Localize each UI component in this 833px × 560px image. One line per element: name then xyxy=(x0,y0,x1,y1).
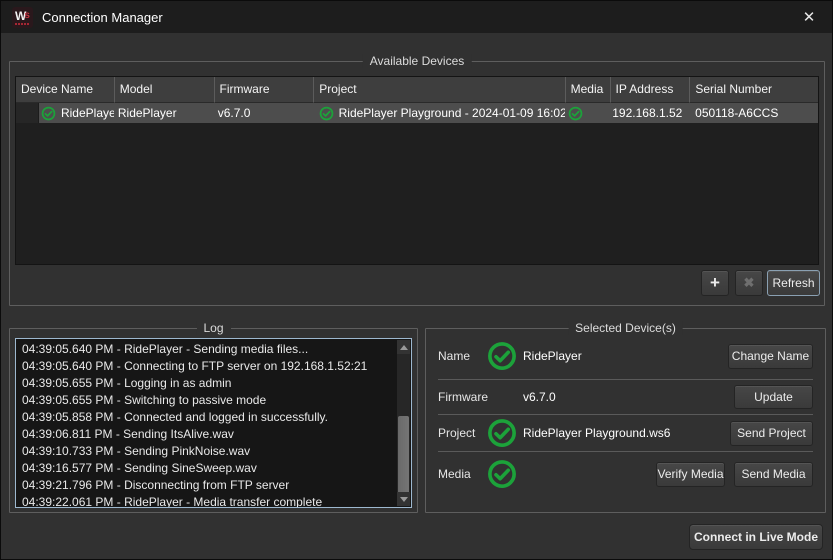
media-ok-icon xyxy=(568,106,583,121)
app-logo-icon: W s xyxy=(12,7,33,28)
devices-table-header: Device Name Model Firmware Project Media… xyxy=(16,77,818,103)
close-icon[interactable]: ✕ xyxy=(794,5,824,29)
selected-project-row: Project RidePlayer Playground.ws6 Send P… xyxy=(426,415,825,451)
window-title: Connection Manager xyxy=(42,10,163,25)
selected-firmware-value: v6.7.0 xyxy=(523,390,556,404)
selected-name-value: RidePlayer xyxy=(523,349,582,363)
column-header-device-name: Device Name xyxy=(16,77,115,103)
log-entry: 04:39:05.655 PM - Logging in as admin xyxy=(22,375,411,392)
name-label: Name xyxy=(438,349,487,363)
devices-table[interactable]: Device Name Model Firmware Project Media… xyxy=(15,76,819,265)
log-entry: 04:39:05.640 PM - RidePlayer - Sending m… xyxy=(22,341,411,358)
scrollbar-thumb[interactable] xyxy=(398,416,409,496)
project-ok-icon xyxy=(487,418,517,448)
device-firmware-cell: v6.7.0 xyxy=(214,103,314,123)
log-entry: 04:39:06.811 PM - Sending ItsAlive.wav xyxy=(22,426,411,443)
row-header-cell[interactable] xyxy=(16,103,39,123)
send-project-button[interactable]: Send Project xyxy=(730,421,813,446)
media-label: Media xyxy=(438,467,487,481)
device-ip-cell: 192.168.1.52 xyxy=(610,103,690,123)
column-header-serial-number: Serial Number xyxy=(690,77,818,103)
selected-devices-group: Selected Device(s) Name RidePlayer Chang… xyxy=(425,328,826,513)
log-entry: 04:39:05.640 PM - Connecting to FTP serv… xyxy=(22,358,411,375)
change-name-button[interactable]: Change Name xyxy=(728,344,813,369)
scroll-up-icon[interactable] xyxy=(397,340,410,354)
scroll-down-icon[interactable] xyxy=(397,492,410,506)
log-entry: 04:39:10.733 PM - Sending PinkNoise.wav xyxy=(22,443,411,460)
column-header-project: Project xyxy=(314,77,565,103)
add-device-button[interactable]: + xyxy=(701,270,729,296)
device-model-cell: RidePlayer xyxy=(114,103,214,123)
selected-firmware-row: Firmware v6.7.0 Update xyxy=(426,380,825,414)
update-firmware-button[interactable]: Update xyxy=(734,385,813,409)
project-ok-icon xyxy=(319,106,334,121)
name-ok-icon xyxy=(487,341,517,371)
titlebar: W s Connection Manager ✕ xyxy=(1,1,832,33)
column-header-model: Model xyxy=(115,77,215,103)
log-entry: 04:39:22.061 PM - RidePlayer - Media tra… xyxy=(22,494,411,508)
device-name-cell: RidePlayer xyxy=(61,103,114,123)
log-group: Log 04:39:05.640 PM - RidePlayer - Sendi… xyxy=(9,328,418,513)
log-entry: 04:39:05.858 PM - Connected and logged i… xyxy=(22,409,411,426)
column-header-firmware: Firmware xyxy=(215,77,315,103)
device-project-cell: RidePlayer Playground - 2024-01-09 16:02… xyxy=(339,103,566,123)
media-ok-icon xyxy=(487,459,517,489)
remove-device-button[interactable]: ✖ xyxy=(735,270,763,296)
column-header-ip-address: IP Address xyxy=(611,77,691,103)
send-media-button[interactable]: Send Media xyxy=(734,462,813,487)
device-row[interactable]: RidePlayer RidePlayer v6.7.0 RidePlayer … xyxy=(16,103,818,123)
project-label: Project xyxy=(438,426,487,440)
verify-media-button[interactable]: Verify Media xyxy=(656,462,725,487)
logo-underline xyxy=(15,23,30,25)
selected-project-value: RidePlayer Playground.ws6 xyxy=(523,426,670,440)
connection-manager-dialog: W s Connection Manager ✕ Available Devic… xyxy=(0,0,833,560)
device-connected-icon xyxy=(41,106,56,121)
selected-name-row: Name RidePlayer Change Name xyxy=(426,333,825,379)
log-entry: 04:39:05.655 PM - Switching to passive m… xyxy=(22,392,411,409)
log-label: Log xyxy=(196,321,230,335)
connect-live-mode-button[interactable]: Connect in Live Mode xyxy=(689,524,823,550)
logo-letter-s: s xyxy=(24,11,30,21)
log-entry: 04:39:16.577 PM - Sending SineSweep.wav xyxy=(22,460,411,477)
log-scrollbar[interactable] xyxy=(397,340,410,506)
log-list[interactable]: 04:39:05.640 PM - RidePlayer - Sending m… xyxy=(15,338,412,508)
log-entry: 04:39:21.796 PM - Disconnecting from FTP… xyxy=(22,477,411,494)
column-header-media: Media xyxy=(566,77,611,103)
selected-media-row: Media Verify Media Send Media xyxy=(426,452,825,496)
available-devices-group: Available Devices Device Name Model Firm… xyxy=(9,61,825,306)
device-serial-cell: 050118-A6CCS xyxy=(690,103,818,123)
available-devices-label: Available Devices xyxy=(363,54,472,68)
firmware-label: Firmware xyxy=(438,390,487,404)
refresh-button[interactable]: Refresh xyxy=(767,270,820,296)
